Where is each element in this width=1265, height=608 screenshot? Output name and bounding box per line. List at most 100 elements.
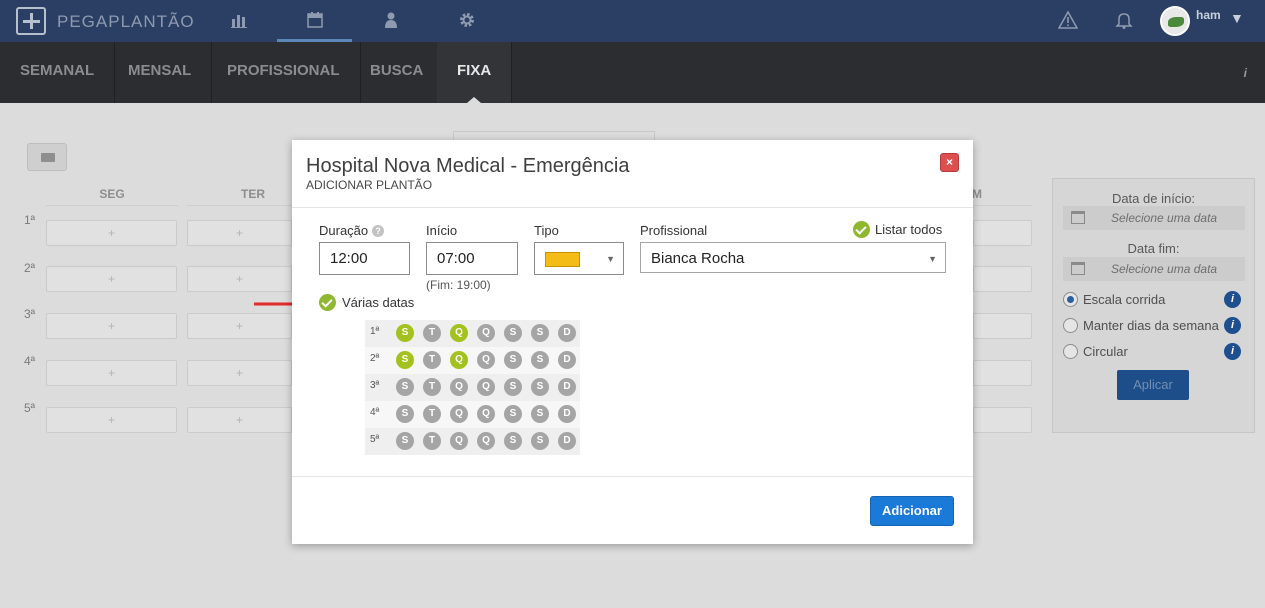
option-circular[interactable]: Circular i [1063,343,1245,361]
info-icon[interactable]: i [1224,317,1241,334]
info-icon[interactable]: i [1224,343,1241,360]
add-shift-cell[interactable]: + [46,313,177,339]
tab-busca[interactable]: BUSCA [350,42,445,103]
print-button[interactable] [27,143,67,171]
day-toggle[interactable]: S [396,378,414,396]
day-toggle[interactable]: T [423,324,441,342]
add-shift-cell[interactable]: + [46,266,177,292]
day-toggle[interactable]: S [504,351,522,369]
row-label-2: 2ª [24,261,36,275]
adicionar-button[interactable]: Adicionar [870,496,954,526]
tipo-color-swatch [545,252,580,267]
day-toggle[interactable]: Q [477,378,495,396]
info-icon[interactable]: i [1224,291,1241,308]
add-shift-cell[interactable]: + [46,360,177,386]
day-toggle[interactable]: Q [477,432,495,450]
close-button[interactable]: × [940,153,959,172]
day-toggle[interactable]: S [396,351,414,369]
add-shift-cell[interactable]: + [187,313,292,339]
day-toggle[interactable]: D [558,324,576,342]
day-toggle[interactable]: S [396,432,414,450]
chart-icon[interactable] [229,11,249,31]
check-icon[interactable] [319,294,336,312]
day-toggle[interactable]: S [531,405,549,423]
day-toggle[interactable]: Q [477,405,495,423]
day-toggle[interactable]: Q [450,432,468,450]
add-shift-cell[interactable] [973,266,1032,292]
varias-datas-label: Várias datas [342,295,415,311]
day-toggle[interactable]: S [504,378,522,396]
user-icon[interactable] [381,11,401,31]
option-escala-corrida[interactable]: Escala corrida i [1063,291,1245,309]
end-date-field[interactable]: Selecione uma data [1063,257,1245,281]
tab-fixa[interactable]: FIXA [437,42,513,103]
day-toggle[interactable]: D [558,405,576,423]
radio-button[interactable] [1063,318,1078,333]
user-name[interactable]: ham [1196,8,1221,22]
tab-mensal[interactable]: MENSAL [108,42,213,103]
warning-icon[interactable] [1057,10,1079,31]
tab-profissional[interactable]: PROFISSIONAL [207,42,361,103]
check-icon[interactable] [853,221,870,239]
day-toggle[interactable]: D [558,378,576,396]
option-manter-dias[interactable]: Manter dias da semana i [1063,317,1245,335]
inicio-label: Início [426,223,458,238]
day-toggle[interactable]: Q [450,378,468,396]
day-toggle[interactable]: Q [477,324,495,342]
profissional-select[interactable]: Bianca Rocha ▼ [640,242,946,273]
duracao-label: Duração? [319,223,385,238]
varias-datas-toggle[interactable]: Várias datas [319,294,415,312]
week-row: 4ª S T Q Q S S D [365,401,580,428]
duracao-input[interactable] [319,242,410,275]
add-shift-cell[interactable]: + [187,220,292,246]
day-toggle[interactable]: S [531,351,549,369]
help-icon[interactable]: ? [372,225,385,237]
info-icon[interactable]: i [1244,66,1247,80]
day-toggle[interactable]: S [504,324,522,342]
add-shift-cell[interactable]: + [187,407,292,433]
apply-button[interactable]: Aplicar [1117,370,1189,400]
add-shift-cell[interactable]: + [187,360,292,386]
tipo-select[interactable]: ▼ [534,242,624,275]
add-shift-cell[interactable]: + [46,220,177,246]
day-toggle[interactable]: S [504,405,522,423]
day-toggle[interactable]: Q [450,324,468,342]
day-toggle[interactable]: S [531,432,549,450]
start-date-field[interactable]: Selecione uma data [1063,206,1245,230]
row-label-3: 3ª [24,307,36,321]
week-label: 1ª [370,326,380,337]
add-shift-cell[interactable]: + [46,407,177,433]
add-shift-cell[interactable] [973,360,1032,386]
day-toggle[interactable]: T [423,432,441,450]
radio-button[interactable] [1063,292,1078,307]
avatar[interactable] [1160,6,1190,36]
day-toggle[interactable]: Q [450,351,468,369]
brand-name[interactable]: PEGAPLANTÃO [57,12,195,32]
add-shift-cell[interactable]: + [187,266,292,292]
day-toggle[interactable]: T [423,378,441,396]
chevron-down-icon[interactable]: ▼ [1230,10,1244,26]
day-toggle[interactable]: D [558,432,576,450]
add-shift-cell[interactable] [973,407,1032,433]
add-shift-cell[interactable] [973,220,1032,246]
bell-icon[interactable] [1114,11,1134,31]
day-toggle[interactable]: T [423,405,441,423]
day-toggle[interactable]: S [504,432,522,450]
tab-semanal[interactable]: SEMANAL [0,42,116,103]
logo-icon[interactable] [16,7,46,35]
day-toggle[interactable]: S [396,405,414,423]
day-toggle[interactable]: S [531,324,549,342]
day-toggle[interactable]: S [396,324,414,342]
day-toggle[interactable]: D [558,351,576,369]
day-toggle[interactable]: T [423,351,441,369]
option-label: Escala corrida [1083,292,1166,307]
day-toggle[interactable]: Q [450,405,468,423]
add-shift-cell[interactable] [973,313,1032,339]
inicio-input[interactable] [426,242,518,275]
gear-icon[interactable] [457,11,477,31]
day-toggle[interactable]: S [531,378,549,396]
day-toggle[interactable]: Q [477,351,495,369]
calendar-icon[interactable] [305,11,325,31]
radio-button[interactable] [1063,344,1078,359]
listar-todos-toggle[interactable]: Listar todos [853,221,942,239]
